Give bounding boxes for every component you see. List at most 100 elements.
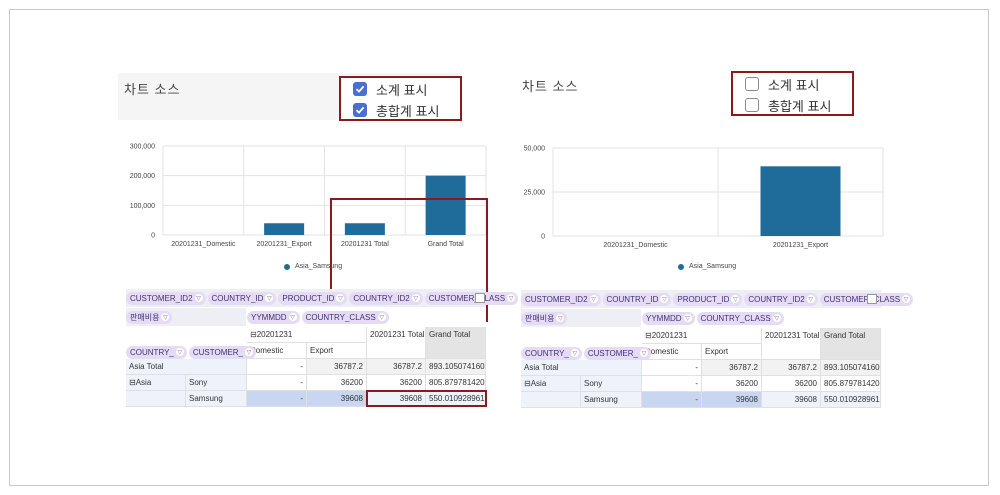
grandtotal-checkbox[interactable] bbox=[353, 103, 367, 117]
grandtotal-checkbox[interactable] bbox=[745, 98, 759, 112]
filter-icon[interactable]: ▽ bbox=[411, 294, 420, 302]
grand-total-header: Grand Total bbox=[821, 328, 881, 360]
subtotal-option[interactable]: 소계 표시 bbox=[353, 80, 427, 98]
table-cell: 36787.2 bbox=[307, 359, 367, 375]
table-cell: 550.01092896174 bbox=[821, 392, 881, 408]
date-header[interactable]: ⊟20201231 bbox=[247, 327, 367, 343]
field-chip[interactable]: CUSTOMER_ID2 ▽ bbox=[126, 291, 206, 305]
row-header-chip[interactable]: CUSTOMER_ ▽ bbox=[188, 345, 256, 359]
bar-chart: 0 25,000 50,000 20201231_Domestic 20201231_E… bbox=[516, 132, 886, 272]
column-field-chip[interactable]: COUNTRY_CLASS ▽ bbox=[696, 311, 784, 325]
grandtotal-option[interactable]: 총합계 표시 bbox=[353, 101, 439, 119]
display-options-highlight: 소계 표시 총합계 표시 bbox=[339, 76, 462, 121]
y-tick-label: 300,000 bbox=[130, 144, 155, 151]
field-list-icon[interactable] bbox=[475, 293, 485, 303]
table-cell: - bbox=[642, 392, 702, 408]
row-header-chip[interactable]: COUNTRY_ ▽ bbox=[521, 346, 582, 360]
row-field-chips: CUSTOMER_ID2 ▽ COUNTRY_ID ▽ PRODUCT_ID ▽ CO… bbox=[126, 289, 519, 307]
value-field-chip[interactable]: 판매비용 ▽ bbox=[521, 311, 568, 325]
check-icon bbox=[355, 85, 365, 93]
x-tick-label: 20201231_Export bbox=[256, 241, 311, 248]
filter-icon[interactable]: ▽ bbox=[288, 313, 297, 321]
table-cell: 36200 bbox=[762, 376, 821, 392]
domestic-header: Domestic bbox=[642, 344, 702, 360]
y-tick-label: 200,000 bbox=[130, 173, 155, 180]
export-header: Export bbox=[702, 344, 762, 360]
row-header-chip[interactable]: CUSTOMER_ ▽ bbox=[583, 346, 651, 360]
value-field-chip[interactable]: 판매비용 ▽ bbox=[126, 310, 173, 324]
subtotal-option[interactable]: 소계 표시 bbox=[745, 75, 819, 93]
filter-icon[interactable]: ▽ bbox=[161, 313, 170, 321]
subtotal-checkbox[interactable] bbox=[353, 82, 367, 96]
table-cell: - bbox=[247, 391, 307, 407]
filter-icon[interactable]: ▽ bbox=[589, 295, 598, 303]
column-field-chip[interactable]: COUNTRY_CLASS ▽ bbox=[301, 310, 389, 324]
subtotal-checkbox[interactable] bbox=[745, 77, 759, 91]
bar-chart: 0 100,000 200,000 300,000 20201231_Domestic 2… bbox=[118, 135, 488, 322]
chart-source-title: 차트 소스 bbox=[124, 82, 181, 97]
x-tick-label: 20201231_Domestic bbox=[603, 242, 668, 249]
filter-icon[interactable]: ▽ bbox=[265, 294, 274, 302]
y-tick-label: 0 bbox=[541, 234, 545, 241]
x-tick-label: 20201231_Domestic bbox=[171, 241, 236, 248]
filter-icon[interactable]: ▽ bbox=[639, 349, 648, 357]
filter-icon[interactable]: ▽ bbox=[683, 314, 692, 322]
table-cell: 36787.2 bbox=[367, 359, 426, 375]
filter-icon[interactable]: ▽ bbox=[377, 313, 386, 321]
field-chip[interactable]: CUSTOMER_CLASS ▽ bbox=[424, 291, 519, 305]
table-cell: 893.10507416085 bbox=[821, 360, 881, 376]
row-header[interactable]: ⊟Asia bbox=[521, 376, 581, 392]
grandtotal-option[interactable]: 총합계 표시 bbox=[745, 96, 831, 114]
field-chip[interactable]: CUSTOMER_ID2 ▽ bbox=[521, 292, 601, 306]
row-header[interactable]: ⊟Asia bbox=[126, 375, 186, 391]
filter-icon[interactable]: ▽ bbox=[902, 295, 911, 303]
field-chip[interactable]: PRODUCT_ID ▽ bbox=[673, 292, 743, 306]
column-field-chip[interactable]: YYMMDD ▽ bbox=[247, 310, 300, 324]
display-options-highlight: 소계 표시 총합계 표시 bbox=[731, 71, 854, 116]
field-chip[interactable]: COUNTRY_ID ▽ bbox=[602, 292, 672, 306]
chart-source-title: 차트 소스 bbox=[522, 79, 579, 94]
table-cell: 39608 bbox=[702, 392, 762, 408]
field-chip[interactable]: COUNTRY_ID ▽ bbox=[207, 291, 277, 305]
y-tick-label: 50,000 bbox=[524, 146, 546, 153]
legend-label: Asia_Samsung bbox=[295, 263, 343, 270]
column-field-chip[interactable]: YYMMDD ▽ bbox=[642, 311, 695, 325]
legend-marker bbox=[678, 263, 684, 270]
filter-icon[interactable]: ▽ bbox=[556, 314, 565, 322]
samsung-totals-highlight bbox=[366, 390, 487, 407]
field-chip[interactable]: PRODUCT_ID ▽ bbox=[278, 291, 348, 305]
legend-marker bbox=[284, 263, 290, 270]
filter-icon[interactable]: ▽ bbox=[731, 295, 740, 303]
column-field-chips: YYMMDD ▽ COUNTRY_CLASS ▽ bbox=[247, 308, 486, 326]
filter-icon[interactable]: ▽ bbox=[194, 294, 203, 302]
filter-icon[interactable]: ▽ bbox=[244, 348, 253, 356]
pivot-grid: CUSTOMER_ID2 ▽ COUNTRY_ID ▽ PRODUCT_ID ▽ CO… bbox=[521, 290, 914, 408]
table-cell: 39608 bbox=[762, 392, 821, 408]
filter-icon[interactable]: ▽ bbox=[336, 294, 345, 302]
filter-icon[interactable]: ▽ bbox=[175, 348, 184, 356]
table-cell: 805.87978142078 bbox=[821, 376, 881, 392]
field-list-icon[interactable] bbox=[867, 294, 877, 304]
filter-icon[interactable]: ▽ bbox=[507, 294, 516, 302]
field-chip[interactable]: COUNTRY_ID2 ▽ bbox=[744, 292, 818, 306]
field-chip[interactable]: COUNTRY_ID2 ▽ bbox=[349, 291, 423, 305]
grandtotal-label: 총합계 표시 bbox=[768, 98, 832, 114]
filter-icon[interactable]: ▽ bbox=[570, 349, 579, 357]
total-header: 20201231 Total bbox=[762, 328, 821, 360]
subtotal-label: 소계 표시 bbox=[376, 82, 428, 98]
export-header: Export bbox=[307, 343, 367, 359]
grandtotal-label: 총합계 표시 bbox=[376, 103, 440, 119]
filter-icon[interactable]: ▽ bbox=[806, 295, 815, 303]
subtotal-label: 소계 표시 bbox=[768, 77, 820, 93]
date-header[interactable]: ⊟20201231 bbox=[642, 328, 762, 344]
y-tick-label: 100,000 bbox=[130, 203, 155, 210]
y-tick-label: 0 bbox=[151, 233, 155, 240]
table-cell: 893.10507416085 bbox=[426, 359, 486, 375]
row-header-chip[interactable]: COUNTRY_ ▽ bbox=[126, 345, 187, 359]
chart-legend: Asia_Samsung bbox=[284, 263, 342, 270]
filter-icon[interactable]: ▽ bbox=[772, 314, 781, 322]
filter-icon[interactable]: ▽ bbox=[660, 295, 669, 303]
table-cell: 36787.2 bbox=[702, 360, 762, 376]
x-tick-label: 20201231_Export bbox=[773, 242, 828, 249]
value-field-chips: 판매비용 ▽ bbox=[521, 309, 641, 327]
